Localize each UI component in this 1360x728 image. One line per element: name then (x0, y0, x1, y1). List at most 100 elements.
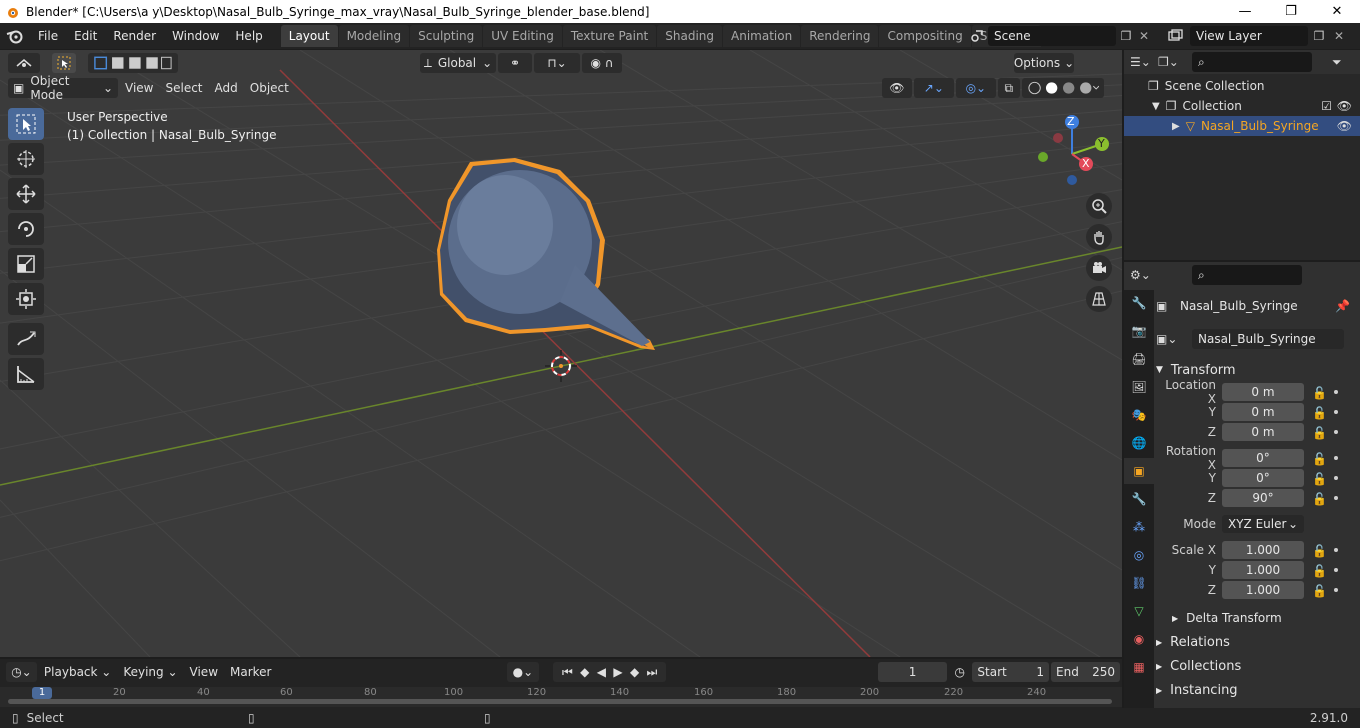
location-y-field[interactable]: 0 m (1222, 403, 1304, 421)
tab-rendering[interactable]: Rendering (801, 25, 879, 47)
visibility-eye-icon[interactable]: 👁 (1337, 119, 1352, 133)
keyframe-dot-icon[interactable] (1334, 588, 1338, 592)
keyframe-dot-icon[interactable] (1334, 456, 1338, 460)
annotate-tool[interactable] (8, 323, 44, 355)
keyframe-dot-icon[interactable] (1334, 496, 1338, 500)
rotation-z-field[interactable]: 90° (1222, 489, 1304, 507)
navigation-gizmo[interactable]: Z Y X (1030, 112, 1115, 197)
delta-transform-header[interactable]: ▶ Delta Transform (1156, 606, 1360, 630)
scale-y-field[interactable]: 1.000 (1222, 561, 1304, 579)
maximize-button[interactable]: ❐ (1268, 0, 1314, 23)
menu-window[interactable]: Window (164, 25, 227, 47)
tab-modeling[interactable]: Modeling (338, 25, 410, 47)
tab-sculpting[interactable]: Sculpting (410, 25, 483, 47)
xray-toggle-icon[interactable]: ⧉ (997, 78, 1020, 98)
menu-edit[interactable]: Edit (66, 25, 105, 47)
lock-icon[interactable]: 🔓 (1312, 564, 1327, 578)
viewport-menu-add[interactable]: Add (210, 78, 243, 98)
cursor-tool[interactable] (8, 143, 44, 175)
properties-search-input[interactable]: ⌕ (1192, 265, 1302, 285)
data-tab-icon[interactable]: ▽ (1124, 598, 1154, 624)
zoom-icon[interactable] (1086, 193, 1112, 219)
timeline-menu-marker[interactable]: Marker (225, 662, 276, 682)
select-tool-icon[interactable] (52, 53, 76, 73)
editor-type-icon[interactable] (8, 53, 40, 73)
duplicate-view-layer-icon[interactable]: ❐ (1308, 29, 1330, 43)
rotation-y-field[interactable]: 0° (1222, 469, 1304, 487)
transform-orientation-dropdown[interactable]: ⟂ Global ⌄ (420, 53, 496, 73)
world-tab-icon[interactable]: 🌐 (1124, 430, 1154, 456)
lock-icon[interactable]: 🔓 (1312, 452, 1327, 466)
collections-section-header[interactable]: ▶ Collections (1156, 654, 1360, 678)
texture-tab-icon[interactable]: ▦ (1124, 654, 1154, 680)
grid-view-icon[interactable] (1086, 286, 1112, 312)
relations-section-header[interactable]: ▶ Relations (1156, 630, 1360, 654)
outliner-editor-icon[interactable]: ☰⌄ (1130, 55, 1158, 69)
location-x-field[interactable]: 0 m (1222, 383, 1304, 401)
tab-shading[interactable]: Shading (657, 25, 722, 47)
tab-compositing[interactable]: Compositing (879, 25, 971, 47)
keyframe-dot-icon[interactable] (1334, 390, 1338, 394)
proportional-edit-toggle[interactable]: ◉ ∩ (582, 53, 622, 73)
blender-menu-icon[interactable] (0, 28, 30, 44)
keyframe-dot-icon[interactable] (1334, 548, 1338, 552)
particles-tab-icon[interactable]: ⁂ (1124, 514, 1154, 540)
play-reverse-icon[interactable]: ◀ (597, 665, 606, 679)
playhead[interactable]: 1 (32, 687, 52, 699)
timeline-menu-playback[interactable]: Playback ⌄ (39, 662, 116, 682)
visibility-eye-icon[interactable]: 👁 (1337, 99, 1352, 113)
viewport-menu-select[interactable]: Select (160, 78, 207, 98)
scene-selector[interactable]: Scene ❐ ✕ (966, 25, 1156, 47)
minimize-button[interactable]: — (1222, 0, 1268, 23)
scene-name-field[interactable]: Scene (988, 26, 1116, 46)
tab-texture-paint[interactable]: Texture Paint (562, 25, 657, 47)
lock-icon[interactable]: 🔓 (1312, 406, 1327, 420)
tab-animation[interactable]: Animation (723, 25, 801, 47)
current-frame-field[interactable]: 1 (878, 662, 948, 682)
prev-keyframe-icon[interactable]: ◆ (580, 665, 589, 679)
properties-editor-icon[interactable]: ⚙⌄ (1130, 268, 1162, 282)
mode-dropdown[interactable]: ▣ Object Mode ⌄ (8, 74, 118, 102)
display-mode-icon[interactable]: ❐⌄ (1158, 55, 1186, 69)
outliner-object-row[interactable]: ▶ ▽ Nasal_Bulb_Syringe 👁 (1124, 116, 1360, 136)
rotation-mode-dropdown[interactable]: XYZ Euler ⌄ (1222, 515, 1304, 533)
playback-controls[interactable]: ⏮ ◆ ◀ ▶ ◆ ⏭ (553, 662, 667, 682)
lock-icon[interactable]: 🔓 (1312, 426, 1327, 440)
snap-toggle[interactable]: ⊓⌄ (534, 53, 580, 73)
auto-keying-toggle[interactable]: ●⌄ (506, 662, 540, 682)
clock-icon[interactable]: ◷ (949, 662, 970, 682)
object-name-field[interactable]: Nasal_Bulb_Syringe (1192, 329, 1344, 349)
object-tab-icon[interactable]: ▣ (1124, 458, 1154, 484)
view-layer-tab-icon[interactable]: 🖼 (1124, 374, 1154, 400)
constraints-tab-icon[interactable]: ⛓ (1124, 570, 1154, 596)
rotate-tool[interactable] (8, 213, 44, 245)
scene-tab-icon[interactable]: 🎭 (1124, 402, 1154, 428)
timeline-scrollbar[interactable] (8, 699, 1112, 704)
outliner-search-input[interactable]: ⌕ (1192, 52, 1312, 72)
jump-start-icon[interactable]: ⏮ (562, 665, 573, 680)
location-z-field[interactable]: 0 m (1222, 423, 1304, 441)
play-icon[interactable]: ▶ (613, 665, 622, 679)
filter-icon[interactable]: ⏷ (1332, 55, 1342, 70)
selection-mode-buttons[interactable] (88, 53, 178, 73)
keyframe-dot-icon[interactable] (1334, 476, 1338, 480)
keyframe-dot-icon[interactable] (1334, 410, 1338, 414)
pan-hand-icon[interactable] (1086, 224, 1112, 250)
visibility-eye-icon[interactable]: 👁 (881, 78, 912, 98)
render-tab-icon[interactable]: 📷 (1124, 318, 1154, 344)
start-frame-field[interactable]: Start 1 (972, 662, 1049, 682)
keyframe-dot-icon[interactable] (1334, 430, 1338, 434)
keyframe-dot-icon[interactable] (1334, 568, 1338, 572)
transform-tool[interactable] (8, 283, 44, 315)
close-button[interactable]: ✕ (1314, 0, 1360, 23)
output-tab-icon[interactable]: 🖨 (1124, 346, 1154, 372)
gizmo-toggle-icon[interactable]: ↗⌄ (913, 78, 954, 98)
scale-tool[interactable] (8, 248, 44, 280)
scale-x-field[interactable]: 1.000 (1222, 541, 1304, 559)
camera-icon[interactable] (1086, 255, 1112, 281)
lock-icon[interactable]: 🔓 (1312, 472, 1327, 486)
options-dropdown[interactable]: Options ⌄ (1014, 53, 1074, 73)
menu-render[interactable]: Render (105, 25, 164, 47)
shading-mode-buttons[interactable] (1021, 78, 1104, 98)
pivot-point-dropdown[interactable]: ⚭ (498, 53, 532, 73)
